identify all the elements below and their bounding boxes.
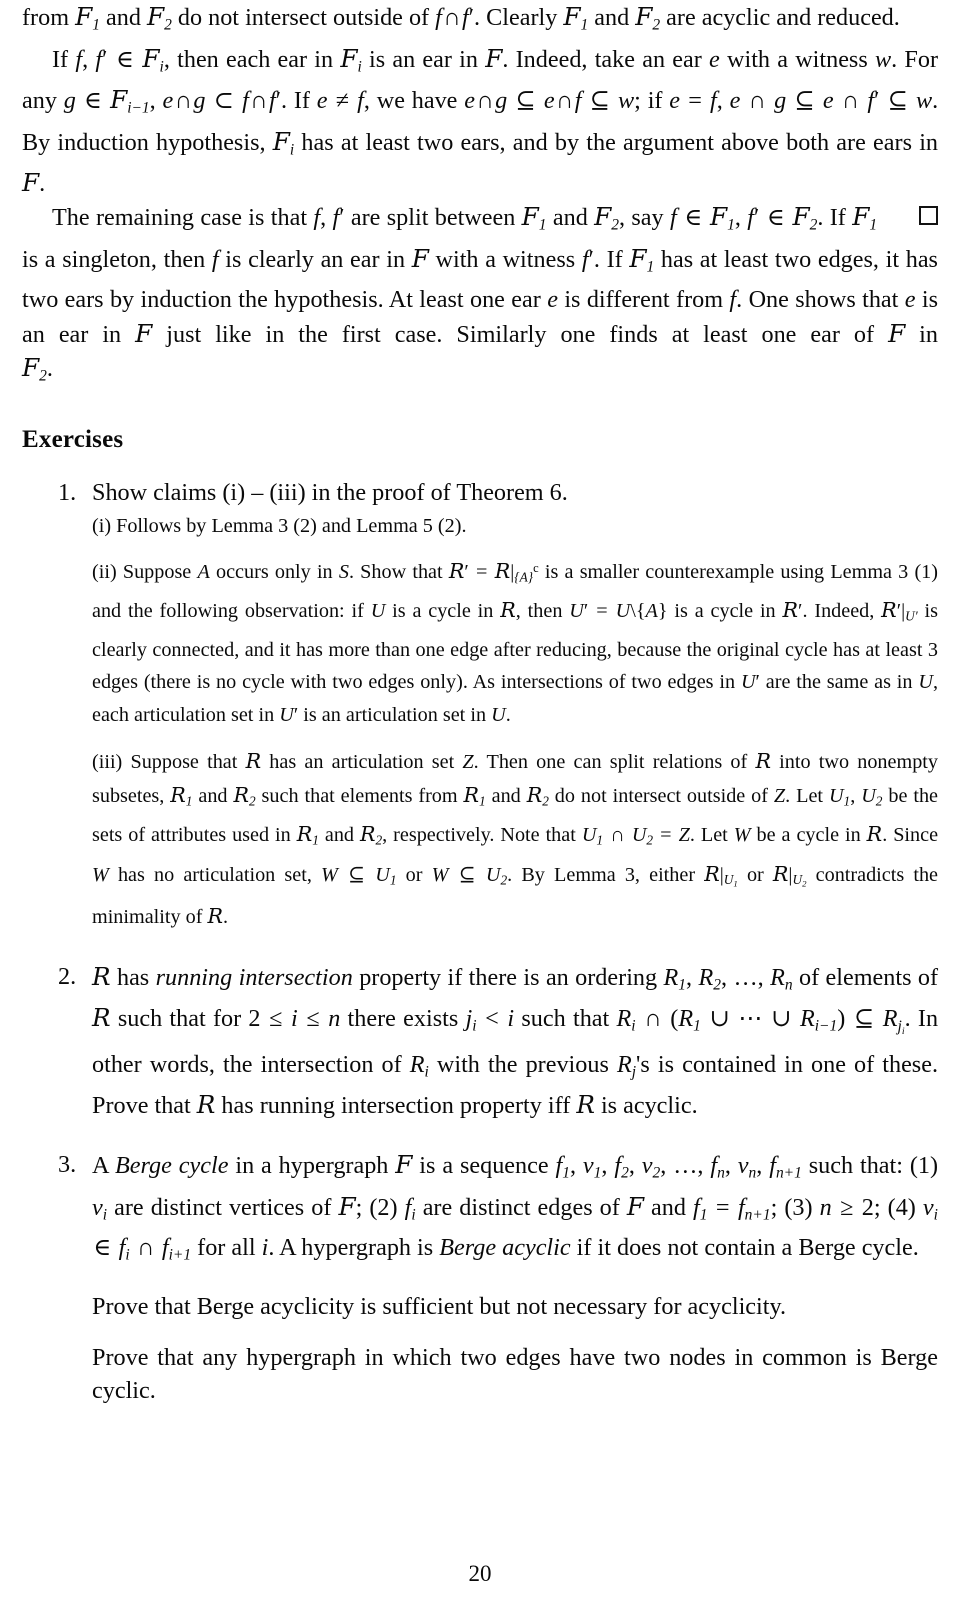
paragraph-2: If f, f′ ∈ Fi, then each ear in Fi is an… <box>22 43 939 198</box>
exercise-lead-1: Show claims (i) – (iii) in the proof of … <box>92 479 568 507</box>
proof-body: from F1 and F2 do not intersect outside … <box>22 0 938 392</box>
paragraph-1: from F1 and F2 do not intersect outside … <box>22 2 900 34</box>
exercises-heading: Exercises <box>22 426 124 454</box>
exercise-item-1: 1. Show claims (i) – (iii) in the proof … <box>22 476 938 934</box>
exercise-3-prove-2: Prove that any hypergraph in which two e… <box>92 1344 938 1405</box>
exercise-item-3: 3. A Berge cycle in a hypergraph F is a … <box>22 1148 938 1407</box>
exercise-number-3: 3. <box>58 1151 77 1179</box>
exercise-item-2: 2. R has running intersection property i… <box>22 960 938 1123</box>
document-page: from F1 and F2 do not intersect outside … <box>0 0 960 1605</box>
qed-symbol <box>889 200 938 233</box>
exercise-1-sub-i: (i) Follows by Lemma 3 (2) and Lemma 5 (… <box>92 514 467 537</box>
exercise-lead-3: A Berge cycle in a hypergraph F is a seq… <box>92 1150 939 1264</box>
page-number: 20 <box>468 1561 492 1586</box>
paragraph-3: The remaining case is that f, f′ are spl… <box>22 200 939 385</box>
exercise-1-sub-ii: (ii) Suppose A occurs only in S. Show th… <box>92 558 939 726</box>
exercise-1-sub-iii: (iii) Suppose that R has an articulation… <box>92 749 939 929</box>
exercise-lead-2: R has running intersection property if t… <box>92 961 939 1120</box>
exercise-number-1: 1. <box>58 479 77 507</box>
exercises-list: 1. Show claims (i) – (iii) in the proof … <box>22 476 938 1407</box>
exercise-3-prove-1: Prove that Berge acyclicity is sufficien… <box>92 1293 787 1321</box>
exercise-number-2: 2. <box>58 962 77 990</box>
